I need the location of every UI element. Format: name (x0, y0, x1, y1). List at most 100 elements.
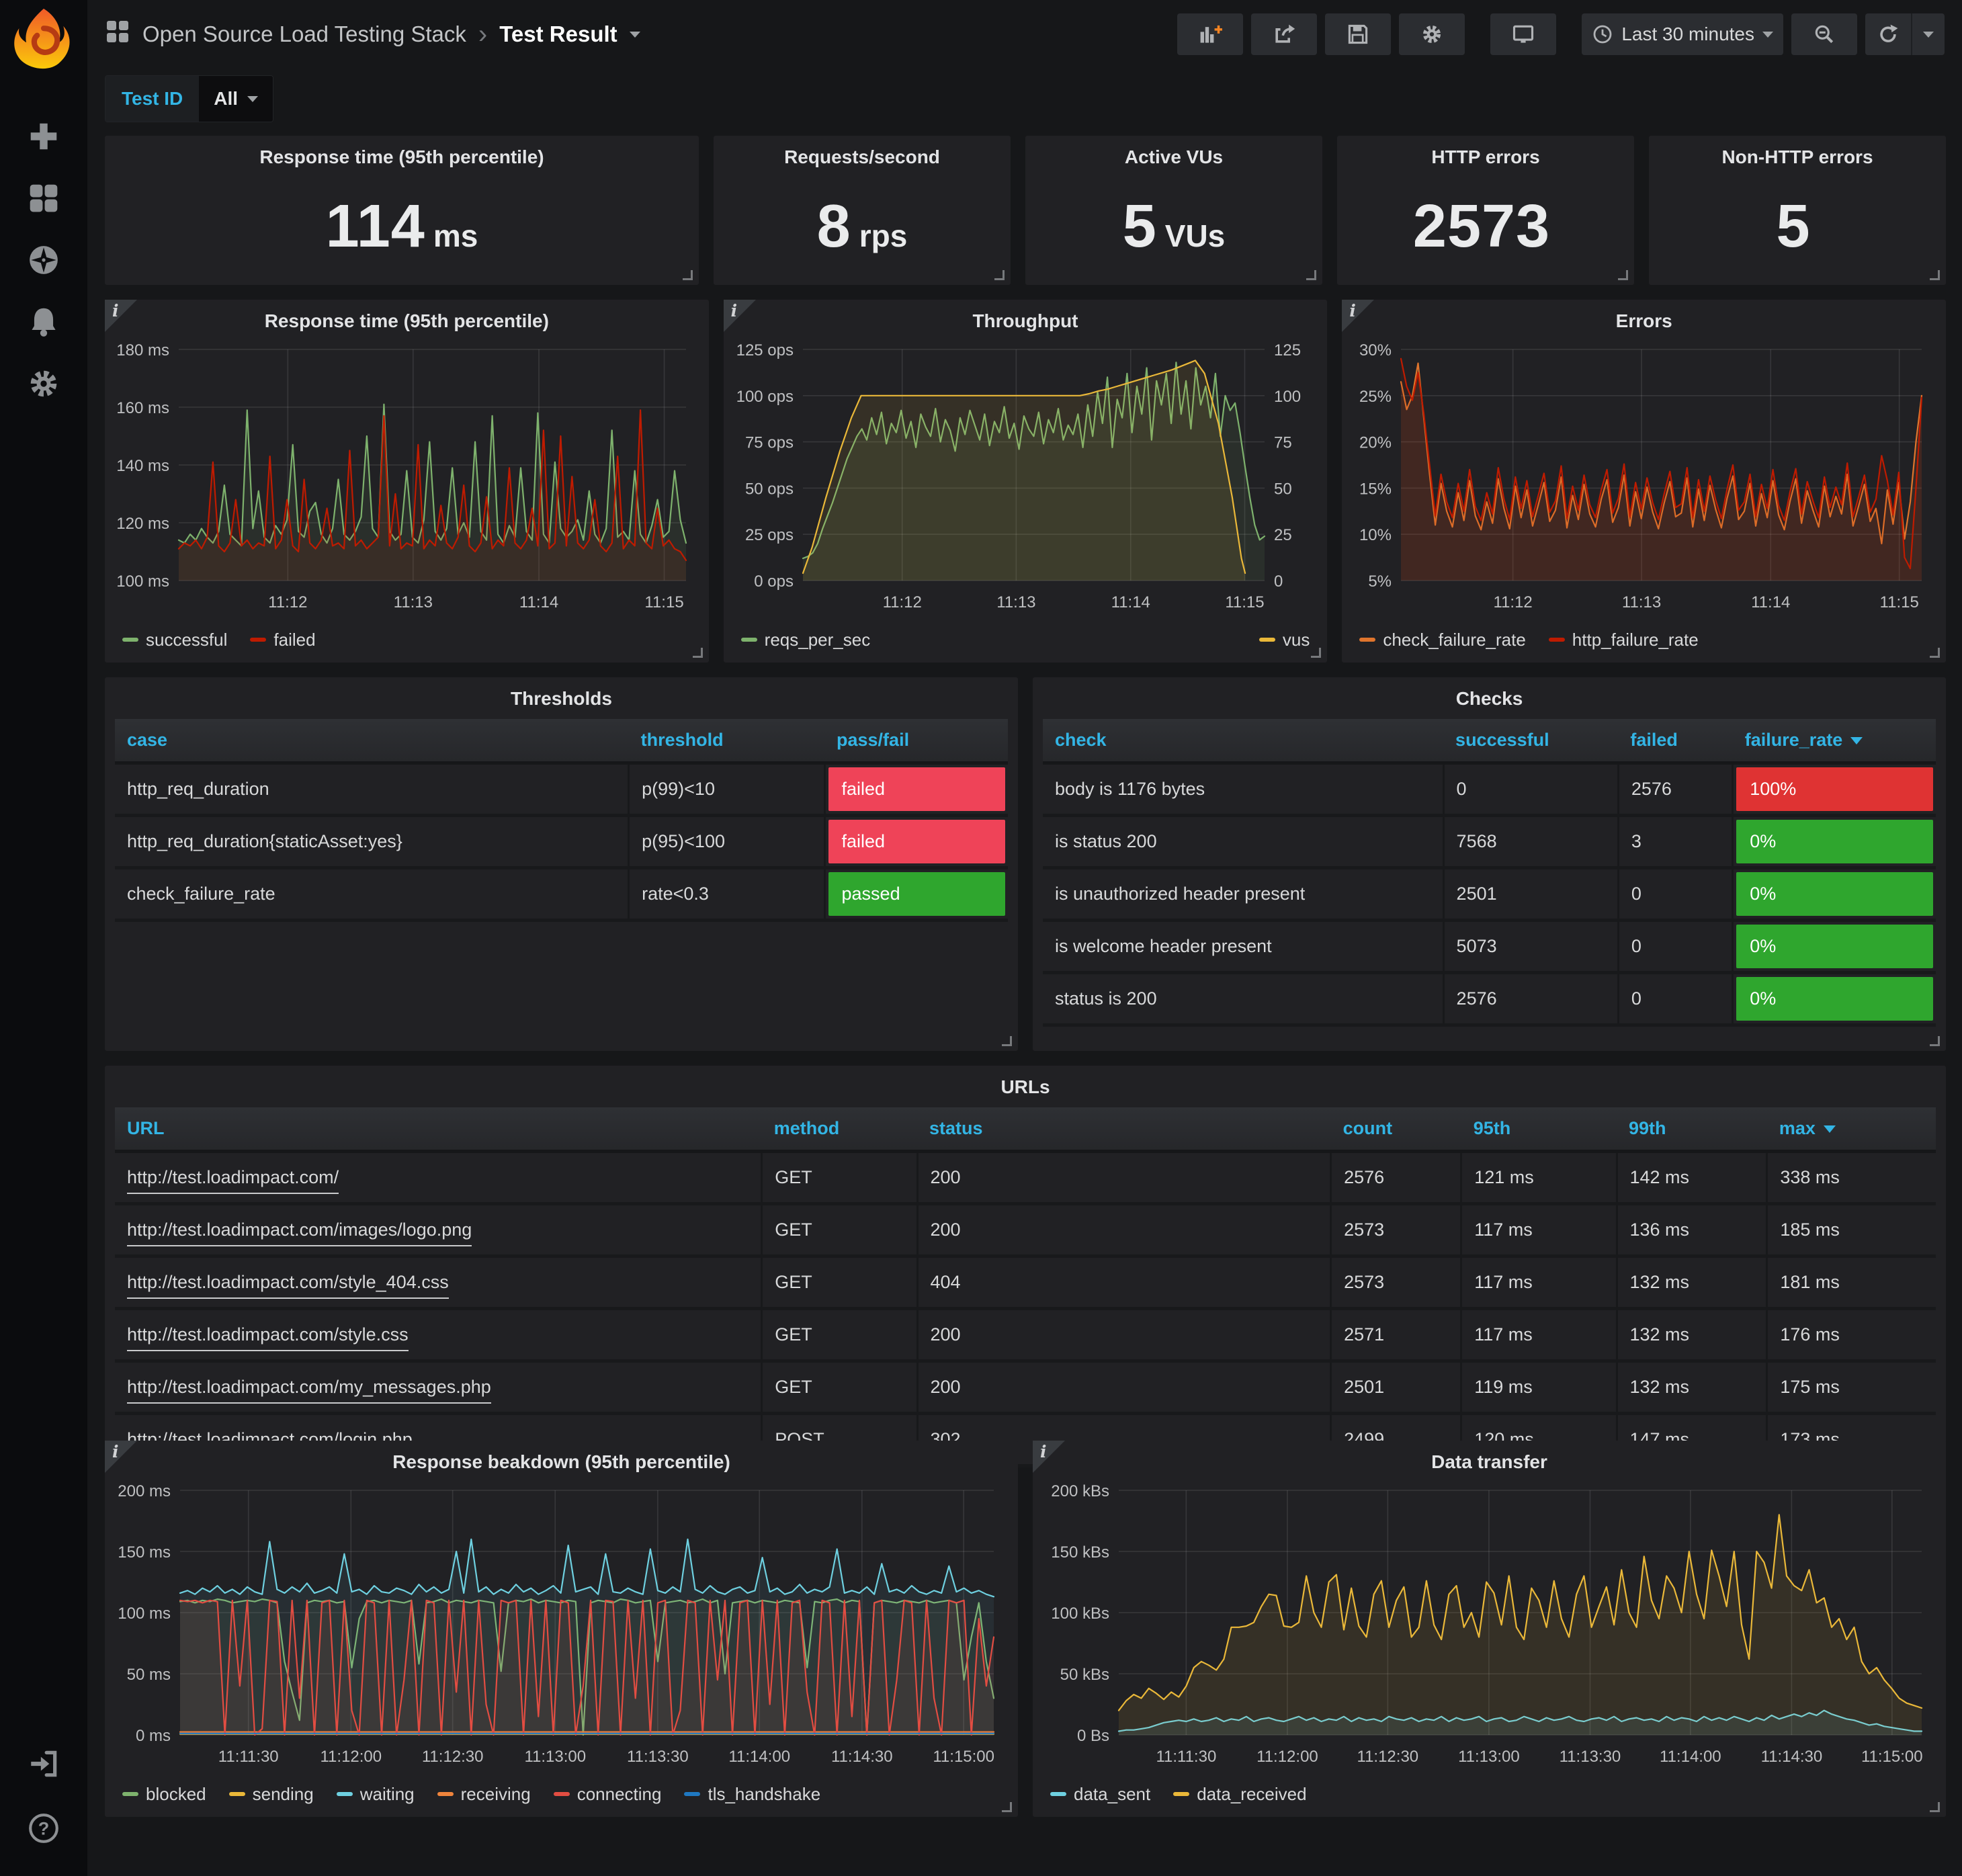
legend-item-waiting[interactable]: waiting (337, 1784, 415, 1805)
svg-text:15%: 15% (1359, 480, 1392, 498)
column-header-max[interactable]: max (1767, 1107, 1936, 1152)
resize-handle[interactable] (1002, 1036, 1012, 1046)
column-header-failed[interactable]: failed (1618, 719, 1732, 763)
save-button[interactable] (1325, 13, 1391, 55)
throughput-chart[interactable]: 0 ops025 ops2550 ops5075 ops75100 ops100… (728, 339, 1324, 618)
column-header-url[interactable]: URL (115, 1107, 762, 1152)
time-range-picker[interactable]: Last 30 minutes (1582, 13, 1783, 55)
legend-item-data_received[interactable]: data_received (1173, 1784, 1306, 1805)
panel-title[interactable]: Errors (1342, 300, 1946, 332)
url-link[interactable]: http://test.loadimpact.com/style_404.css (127, 1272, 449, 1299)
sign-in-icon[interactable] (27, 1747, 60, 1781)
legend-item-data_sent[interactable]: data_sent (1050, 1784, 1150, 1805)
url-link[interactable]: http://test.loadimpact.com/my_messages.p… (127, 1377, 491, 1404)
chart-legend: reqs_per_sec vus (741, 625, 1310, 654)
dashboard-grid-icon[interactable] (105, 19, 130, 50)
grafana-logo[interactable] (9, 5, 79, 75)
legend-item-sending[interactable]: sending (229, 1784, 314, 1805)
column-header-99th[interactable]: 99th (1617, 1107, 1767, 1152)
column-header-check[interactable]: check (1043, 719, 1443, 763)
column-header-count[interactable]: count (1331, 1107, 1461, 1152)
resize-handle[interactable] (1930, 270, 1940, 280)
table-row: body is 1176 bytes02576100% (1043, 763, 1936, 816)
panel-title[interactable]: Data transfer (1033, 1441, 1946, 1473)
refresh-button[interactable] (1865, 13, 1911, 55)
resize-handle[interactable] (1618, 270, 1628, 280)
test-id-dropdown[interactable]: All (199, 76, 273, 122)
panel-title[interactable]: Thresholds (105, 677, 1018, 710)
panel-title[interactable]: Checks (1033, 677, 1946, 710)
data-transfer-chart[interactable]: 0 Bs50 kBs100 kBs150 kBs200 kBs11:11:301… (1037, 1480, 1942, 1773)
panel-info-icon[interactable]: i (105, 300, 137, 332)
breadcrumb-folder[interactable]: Open Source Load Testing Stack (142, 22, 466, 47)
column-header-status[interactable]: status (917, 1107, 1331, 1152)
add-icon[interactable] (27, 120, 60, 153)
resize-handle[interactable] (1930, 1036, 1940, 1046)
errors-chart[interactable]: 5%10%15%20%25%30%11:1211:1311:1411:15 (1346, 339, 1942, 618)
legend-item-reqs_per_sec[interactable]: reqs_per_sec (741, 630, 871, 650)
legend-item-vus[interactable]: vus (1259, 630, 1310, 650)
legend-item-tls_handshake[interactable]: tls_handshake (684, 1784, 820, 1805)
breadcrumb-caret-icon[interactable] (630, 32, 640, 38)
panel-info-icon[interactable]: i (724, 300, 756, 332)
resize-handle[interactable] (1306, 270, 1316, 280)
panel-title[interactable]: Throughput (724, 300, 1328, 332)
svg-text:50 ops: 50 ops (745, 480, 794, 498)
configuration-gear-icon[interactable] (27, 367, 60, 400)
response-breakdown-chart[interactable]: 0 ms50 ms100 ms150 ms200 ms11:11:3011:12… (109, 1480, 1014, 1773)
panel-title[interactable]: URLs (105, 1066, 1946, 1098)
legend-item-http_failure_rate[interactable]: http_failure_rate (1549, 630, 1699, 650)
column-header-95th[interactable]: 95th (1461, 1107, 1617, 1152)
panel-info-icon[interactable]: i (105, 1441, 137, 1473)
panel-title[interactable]: Response time (95th percentile) (105, 300, 709, 332)
column-header-method[interactable]: method (762, 1107, 917, 1152)
panel-info-icon[interactable]: i (1342, 300, 1374, 332)
svg-text:20%: 20% (1359, 434, 1392, 452)
resize-handle[interactable] (1002, 1802, 1012, 1812)
settings-button[interactable] (1399, 13, 1465, 55)
table-cell: GET (762, 1152, 917, 1204)
svg-text:11:13: 11:13 (996, 593, 1035, 611)
sort-caret-icon (1850, 737, 1863, 744)
table-cell: 5073 (1443, 921, 1618, 973)
column-header-successful[interactable]: successful (1443, 719, 1618, 763)
dashboards-icon[interactable] (27, 181, 60, 215)
panel-title[interactable]: Active VUs (1025, 136, 1322, 168)
legend-item-connecting[interactable]: connecting (554, 1784, 662, 1805)
resize-handle[interactable] (1311, 648, 1321, 658)
panel-info-icon[interactable]: i (1033, 1441, 1065, 1473)
column-header-failure-rate[interactable]: failure_rate (1733, 719, 1936, 763)
alerting-bell-icon[interactable] (27, 305, 60, 339)
url-link[interactable]: http://test.loadimpact.com/images/logo.p… (127, 1220, 472, 1246)
legend-item-successful[interactable]: successful (122, 630, 227, 650)
resize-handle[interactable] (994, 270, 1005, 280)
resize-handle[interactable] (693, 648, 703, 658)
panel-title[interactable]: Response time (95th percentile) (105, 136, 699, 168)
column-header-pass-fail[interactable]: pass/fail (824, 719, 1008, 763)
legend-item-blocked[interactable]: blocked (122, 1784, 206, 1805)
tv-mode-button[interactable] (1490, 13, 1556, 55)
panel-title[interactable]: Non-HTTP errors (1649, 136, 1946, 168)
response-time-chart[interactable]: 100 ms120 ms140 ms160 ms180 ms11:1211:13… (109, 339, 705, 618)
panel-title[interactable]: HTTP errors (1337, 136, 1634, 168)
svg-text:5%: 5% (1369, 572, 1392, 591)
breadcrumb-page-title[interactable]: Test Result (499, 22, 617, 47)
legend-item-check_failure_rate[interactable]: check_failure_rate (1359, 630, 1525, 650)
legend-item-failed[interactable]: failed (250, 630, 315, 650)
help-icon[interactable]: ? (27, 1811, 60, 1845)
url-link[interactable]: http://test.loadimpact.com/ (127, 1167, 339, 1194)
resize-handle[interactable] (683, 270, 693, 280)
add-panel-button[interactable] (1177, 13, 1243, 55)
zoom-out-button[interactable] (1791, 13, 1857, 55)
resize-handle[interactable] (1930, 1802, 1940, 1812)
legend-item-receiving[interactable]: receiving (437, 1784, 531, 1805)
column-header-threshold[interactable]: threshold (629, 719, 824, 763)
share-button[interactable] (1251, 13, 1317, 55)
explore-compass-icon[interactable] (27, 243, 60, 277)
panel-title[interactable]: Response beakdown (95th percentile) (105, 1441, 1018, 1473)
column-header-case[interactable]: case (115, 719, 629, 763)
url-link[interactable]: http://test.loadimpact.com/style.css (127, 1324, 409, 1351)
resize-handle[interactable] (1930, 648, 1940, 658)
refresh-interval-dropdown[interactable] (1911, 13, 1945, 55)
panel-title[interactable]: Requests/second (714, 136, 1011, 168)
